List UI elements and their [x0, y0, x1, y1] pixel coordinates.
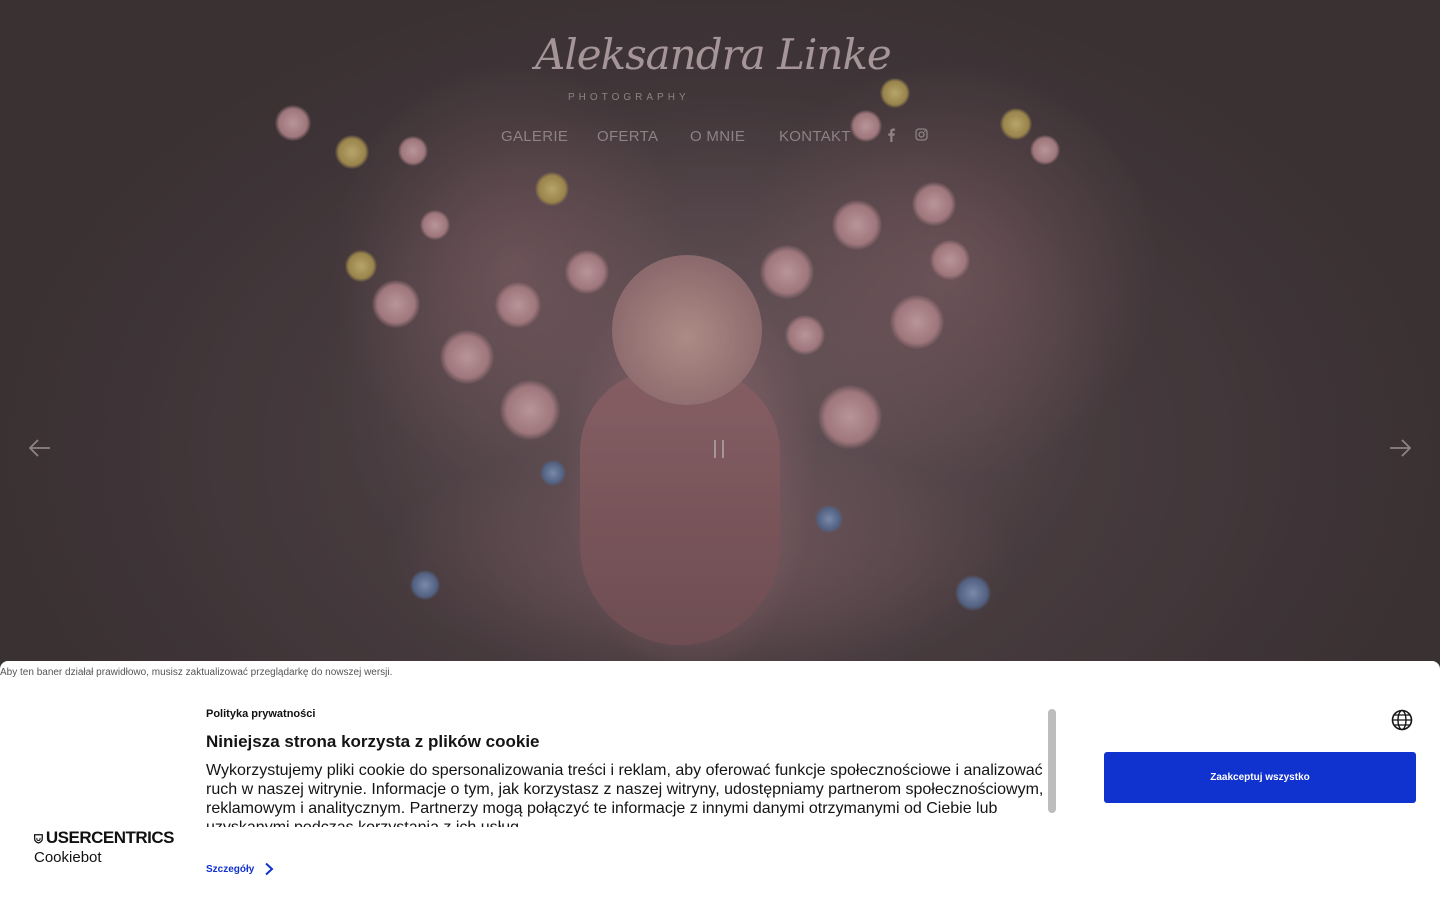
details-link[interactable]: Szczegóły: [206, 862, 274, 876]
arrow-right-icon[interactable]: [1388, 436, 1412, 464]
logo-subtitle: PHOTOGRAPHY: [568, 92, 690, 103]
globe-icon[interactable]: [1391, 709, 1413, 731]
chevron-right-icon: [265, 862, 274, 876]
cookie-banner: Aby ten baner działał prawidłowo, musisz…: [0, 661, 1440, 900]
site-logo[interactable]: Aleksandra Linke PHOTOGRAPHY: [535, 30, 892, 110]
brand-cookiebot: Cookiebot: [34, 849, 102, 866]
nav-kontakt[interactable]: KONTAKT: [779, 128, 851, 145]
pause-icon[interactable]: [712, 440, 728, 460]
facebook-icon[interactable]: [886, 128, 896, 145]
shield-icon: [34, 833, 43, 844]
policy-label: Polityka prywatności: [206, 708, 316, 720]
arrow-left-icon[interactable]: [28, 436, 52, 464]
cookiebot-brand[interactable]: USERCENTRICS Cookiebot: [34, 828, 175, 866]
logo-script: Aleksandra Linke: [535, 30, 892, 79]
main-nav: GALERIE OFERTA O MNIE KONTAKT: [0, 128, 1440, 150]
nav-oferta[interactable]: OFERTA: [597, 128, 658, 145]
browser-update-note: Aby ten baner działał prawidłowo, musisz…: [0, 667, 393, 678]
details-label: Szczegóły: [206, 863, 255, 875]
nav-o-mnie[interactable]: O MNIE: [690, 128, 745, 145]
cookie-title: Niniejsza strona korzysta z plików cooki…: [206, 732, 540, 751]
brand-usercentrics: USERCENTRICS: [45, 828, 175, 847]
instagram-icon[interactable]: [915, 128, 928, 144]
accept-all-button[interactable]: Zaakceptuj wszystko: [1104, 752, 1416, 803]
cookie-scrollbar[interactable]: [1048, 709, 1056, 813]
nav-galerie[interactable]: GALERIE: [501, 128, 568, 145]
cookie-description: Wykorzystujemy pliki cookie do spersonal…: [206, 762, 1044, 827]
